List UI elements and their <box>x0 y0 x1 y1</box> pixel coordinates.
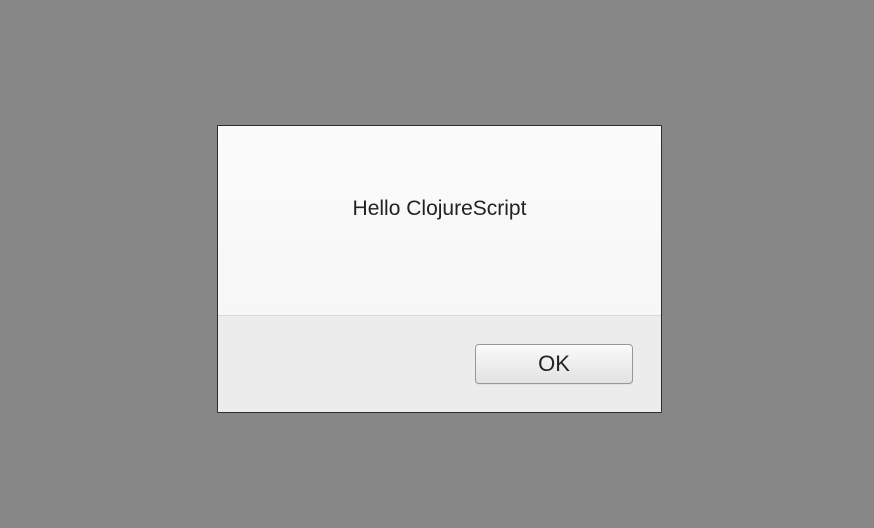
ok-button[interactable]: OK <box>475 344 633 384</box>
alert-dialog: Hello ClojureScript OK <box>217 125 662 413</box>
dialog-footer: OK <box>218 316 661 412</box>
dialog-message: Hello ClojureScript <box>353 197 527 221</box>
dialog-body: Hello ClojureScript <box>218 126 661 316</box>
